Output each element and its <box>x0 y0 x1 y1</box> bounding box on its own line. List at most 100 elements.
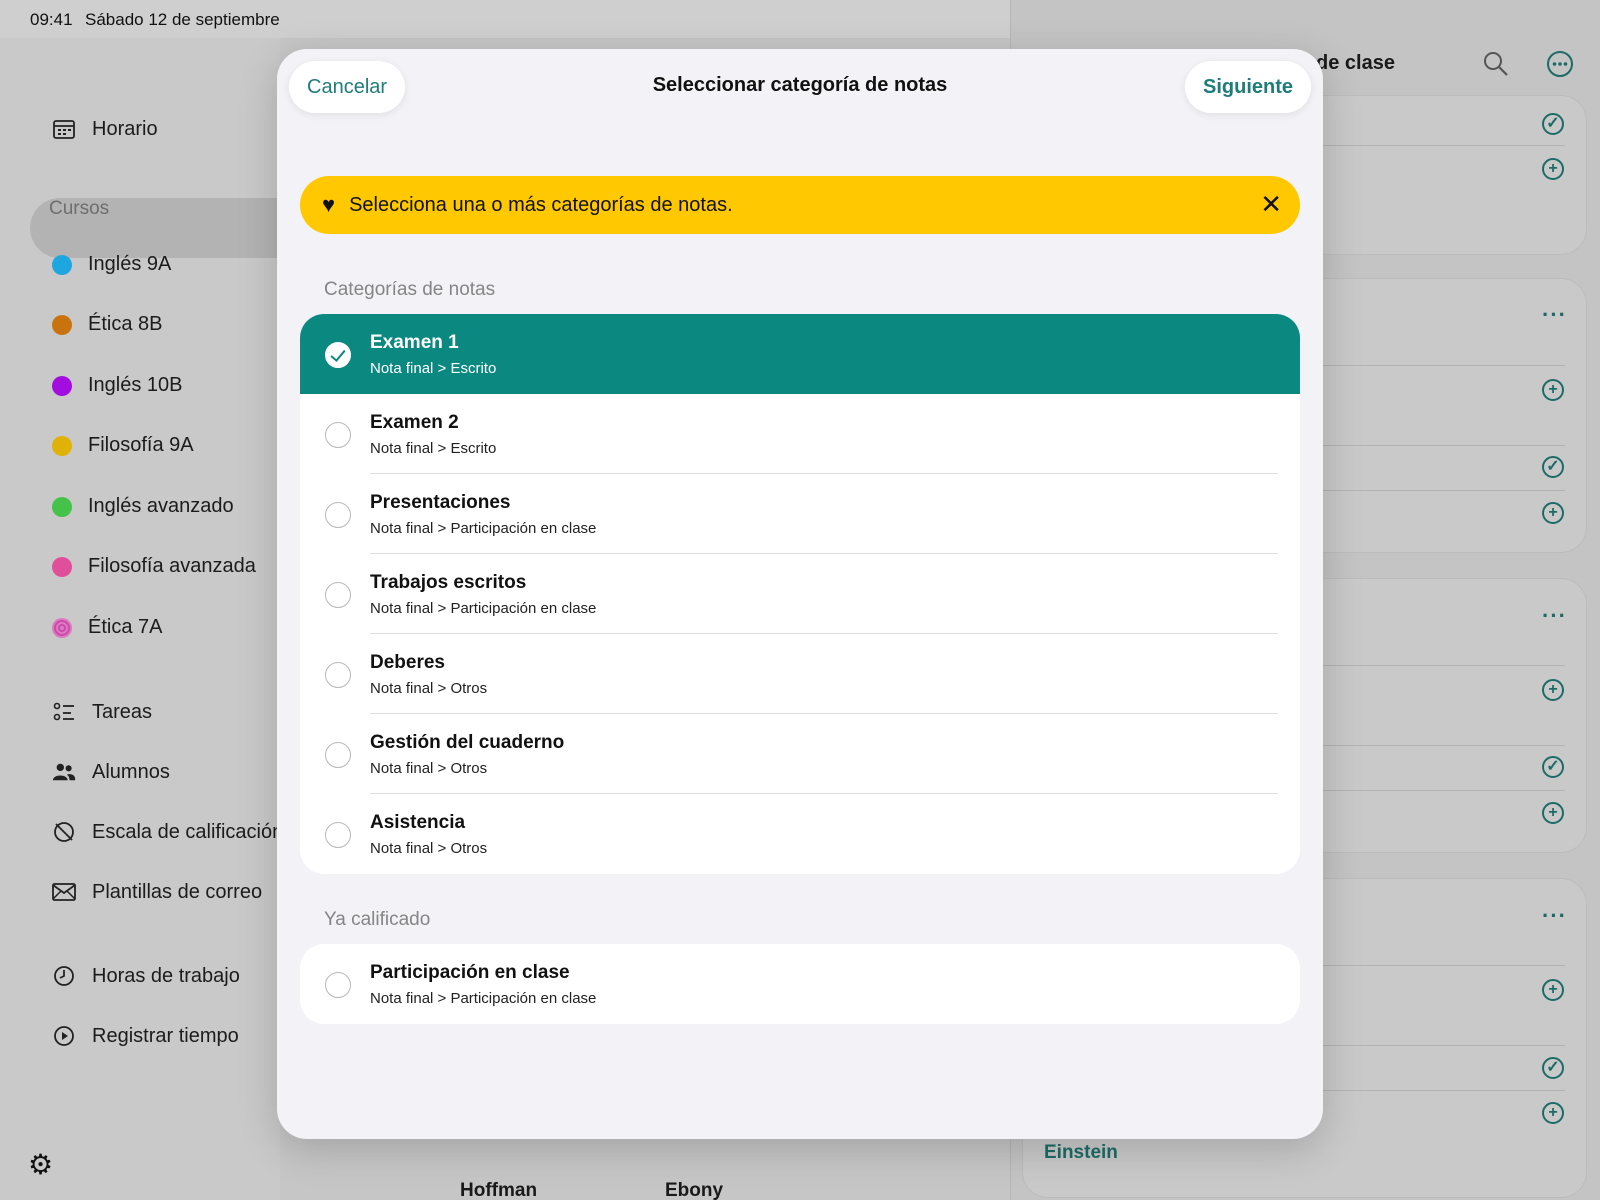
sidebar-course-ingles-9a[interactable]: Inglés 9A <box>52 253 171 276</box>
radio-circle-icon <box>325 422 351 448</box>
more-options-icon[interactable] <box>1546 50 1574 78</box>
category-path: Nota final > Participación en clase <box>370 520 597 537</box>
sidebar-course-etica-8b[interactable]: Ética 8B <box>52 313 162 336</box>
envelope-icon <box>52 880 76 904</box>
already-graded-header: Ya calificado <box>324 909 431 930</box>
category-row-trabajos-escritos[interactable]: Trabajos escritos Nota final > Participa… <box>300 554 1300 634</box>
check-circle-icon[interactable]: ✓ <box>1542 756 1564 778</box>
category-name: Examen 1 <box>370 332 459 353</box>
sidebar-item-label: Filosofía avanzada <box>88 555 256 577</box>
status-time: 09:41 <box>30 10 73 29</box>
ellipsis-icon[interactable]: ··· <box>1542 903 1567 929</box>
divider <box>1300 965 1565 966</box>
sidebar-item-label: Escala de calificación <box>92 820 284 843</box>
sidebar-course-ingles-avanzado[interactable]: Inglés avanzado <box>52 495 234 518</box>
background-student-name: Einstein <box>1044 1142 1118 1163</box>
course-color-dot <box>52 254 72 275</box>
radio-circle-icon <box>325 972 351 998</box>
next-button[interactable]: Siguiente <box>1184 61 1311 113</box>
background-student-name: Hoffman <box>460 1180 538 1200</box>
sidebar-item-students[interactable]: Alumnos <box>52 760 170 784</box>
sidebar-course-filosofia-9a[interactable]: Filosofía 9A <box>52 434 194 457</box>
already-graded-list: Participación en clase Nota final > Part… <box>300 944 1300 1024</box>
category-row-examen-1[interactable]: Examen 1 Nota final > Escrito <box>300 314 1300 394</box>
add-circle-icon[interactable]: + <box>1542 502 1564 524</box>
category-name: Presentaciones <box>370 492 511 513</box>
grade-categories-list: Examen 1 Nota final > Escrito Examen 2 N… <box>300 314 1300 874</box>
radio-circle-icon <box>325 822 351 848</box>
divider <box>1300 665 1565 666</box>
category-path: Nota final > Participación en clase <box>370 990 597 1007</box>
category-path: Nota final > Otros <box>370 840 488 857</box>
checklist-icon <box>52 700 76 724</box>
background-student-name: Ebony <box>665 1180 724 1200</box>
add-circle-icon[interactable]: + <box>1542 379 1564 401</box>
sidebar-course-filosofia-avanzada[interactable]: Filosofía avanzada <box>52 555 256 578</box>
sidebar-item-label: Plantillas de correo <box>92 880 263 903</box>
check-circle-icon[interactable]: ✓ <box>1542 113 1564 135</box>
sidebar-item-label: Inglés 10B <box>88 374 183 396</box>
banner-text: Selecciona una o más categorías de notas… <box>349 193 733 216</box>
sidebar-item-label: Filosofía 9A <box>88 434 194 456</box>
detail-panel-title-partial: de clase <box>1316 52 1395 74</box>
add-circle-icon[interactable]: + <box>1542 979 1564 1001</box>
sidebar-item-email-templates[interactable]: Plantillas de correo <box>52 880 262 904</box>
sidebar-item-label: Ética 7A <box>88 616 163 638</box>
sidebar-item-track-time[interactable]: Registrar tiempo <box>52 1024 239 1048</box>
search-icon[interactable] <box>1482 50 1510 78</box>
sidebar-item-label: Registrar tiempo <box>92 1024 239 1047</box>
sidebar-item-label: Tareas <box>92 700 153 723</box>
category-name: Examen 2 <box>370 412 459 433</box>
category-row-gestion-del-cuaderno[interactable]: Gestión del cuaderno Nota final > Otros <box>300 714 1300 794</box>
category-path: Nota final > Otros <box>370 680 488 697</box>
sidebar-item-tasks[interactable]: Tareas <box>52 700 152 724</box>
course-color-dot <box>52 375 72 396</box>
sidebar-item-label: Ética 8B <box>88 313 163 335</box>
radio-circle-icon <box>325 582 351 608</box>
radio-circle-icon <box>325 662 351 688</box>
add-circle-icon[interactable]: + <box>1542 158 1564 180</box>
category-path: Nota final > Escrito <box>370 440 497 457</box>
sidebar-course-ingles-10b[interactable]: Inglés 10B <box>52 374 183 397</box>
info-banner: ♥ Selecciona una o más categorías de not… <box>300 176 1300 234</box>
category-name: Asistencia <box>370 812 466 833</box>
category-row-deberes[interactable]: Deberes Nota final > Otros <box>300 634 1300 714</box>
course-color-dot <box>52 435 72 456</box>
category-path: Nota final > Participación en clase <box>370 600 597 617</box>
category-row-examen-2[interactable]: Examen 2 Nota final > Escrito <box>300 394 1300 474</box>
divider <box>1300 490 1565 491</box>
divider <box>1300 145 1565 146</box>
category-row-participacion-en-clase[interactable]: Participación en clase Nota final > Part… <box>300 944 1300 1024</box>
ellipsis-icon[interactable]: ··· <box>1542 302 1567 328</box>
check-circle-icon[interactable]: ✓ <box>1542 456 1564 478</box>
sidebar-item-grading-scale[interactable]: Escala de calificación <box>52 820 283 844</box>
check-circle-icon[interactable]: ✓ <box>1542 1057 1564 1079</box>
courses-section-header: Cursos <box>49 198 110 219</box>
grade-categories-header: Categorías de notas <box>324 279 496 300</box>
sidebar-item-schedule[interactable]: Horario <box>52 117 158 141</box>
sidebar-item-label: Horas de trabajo <box>92 964 240 987</box>
divider <box>1300 1045 1565 1046</box>
people-icon <box>52 760 76 784</box>
add-circle-icon[interactable]: + <box>1542 679 1564 701</box>
sidebar-item-label: Inglés avanzado <box>88 495 234 517</box>
calendar-icon <box>52 117 76 141</box>
select-grade-category-modal: Cancelar Seleccionar categoría de notas … <box>277 49 1323 1139</box>
add-circle-icon[interactable]: + <box>1542 802 1564 824</box>
course-color-dot <box>52 617 72 638</box>
category-row-presentaciones[interactable]: Presentaciones Nota final > Participació… <box>300 474 1300 554</box>
sidebar-course-etica-7a[interactable]: Ética 7A <box>52 616 162 639</box>
divider <box>1300 1090 1565 1091</box>
add-circle-icon[interactable]: + <box>1542 1102 1564 1124</box>
radio-circle-icon <box>325 502 351 528</box>
sidebar-item-label: Inglés 9A <box>88 253 172 275</box>
sidebar-item-working-hours[interactable]: Horas de trabajo <box>52 964 240 988</box>
ellipsis-icon[interactable]: ··· <box>1542 603 1567 629</box>
close-icon[interactable]: ✕ <box>1260 189 1282 220</box>
divider <box>1300 745 1565 746</box>
category-row-asistencia[interactable]: Asistencia Nota final > Otros <box>300 794 1300 874</box>
category-name: Trabajos escritos <box>370 572 527 593</box>
divider <box>1300 365 1565 366</box>
settings-gear-icon[interactable]: ⚙ <box>28 1148 53 1181</box>
scale-icon <box>52 820 76 844</box>
